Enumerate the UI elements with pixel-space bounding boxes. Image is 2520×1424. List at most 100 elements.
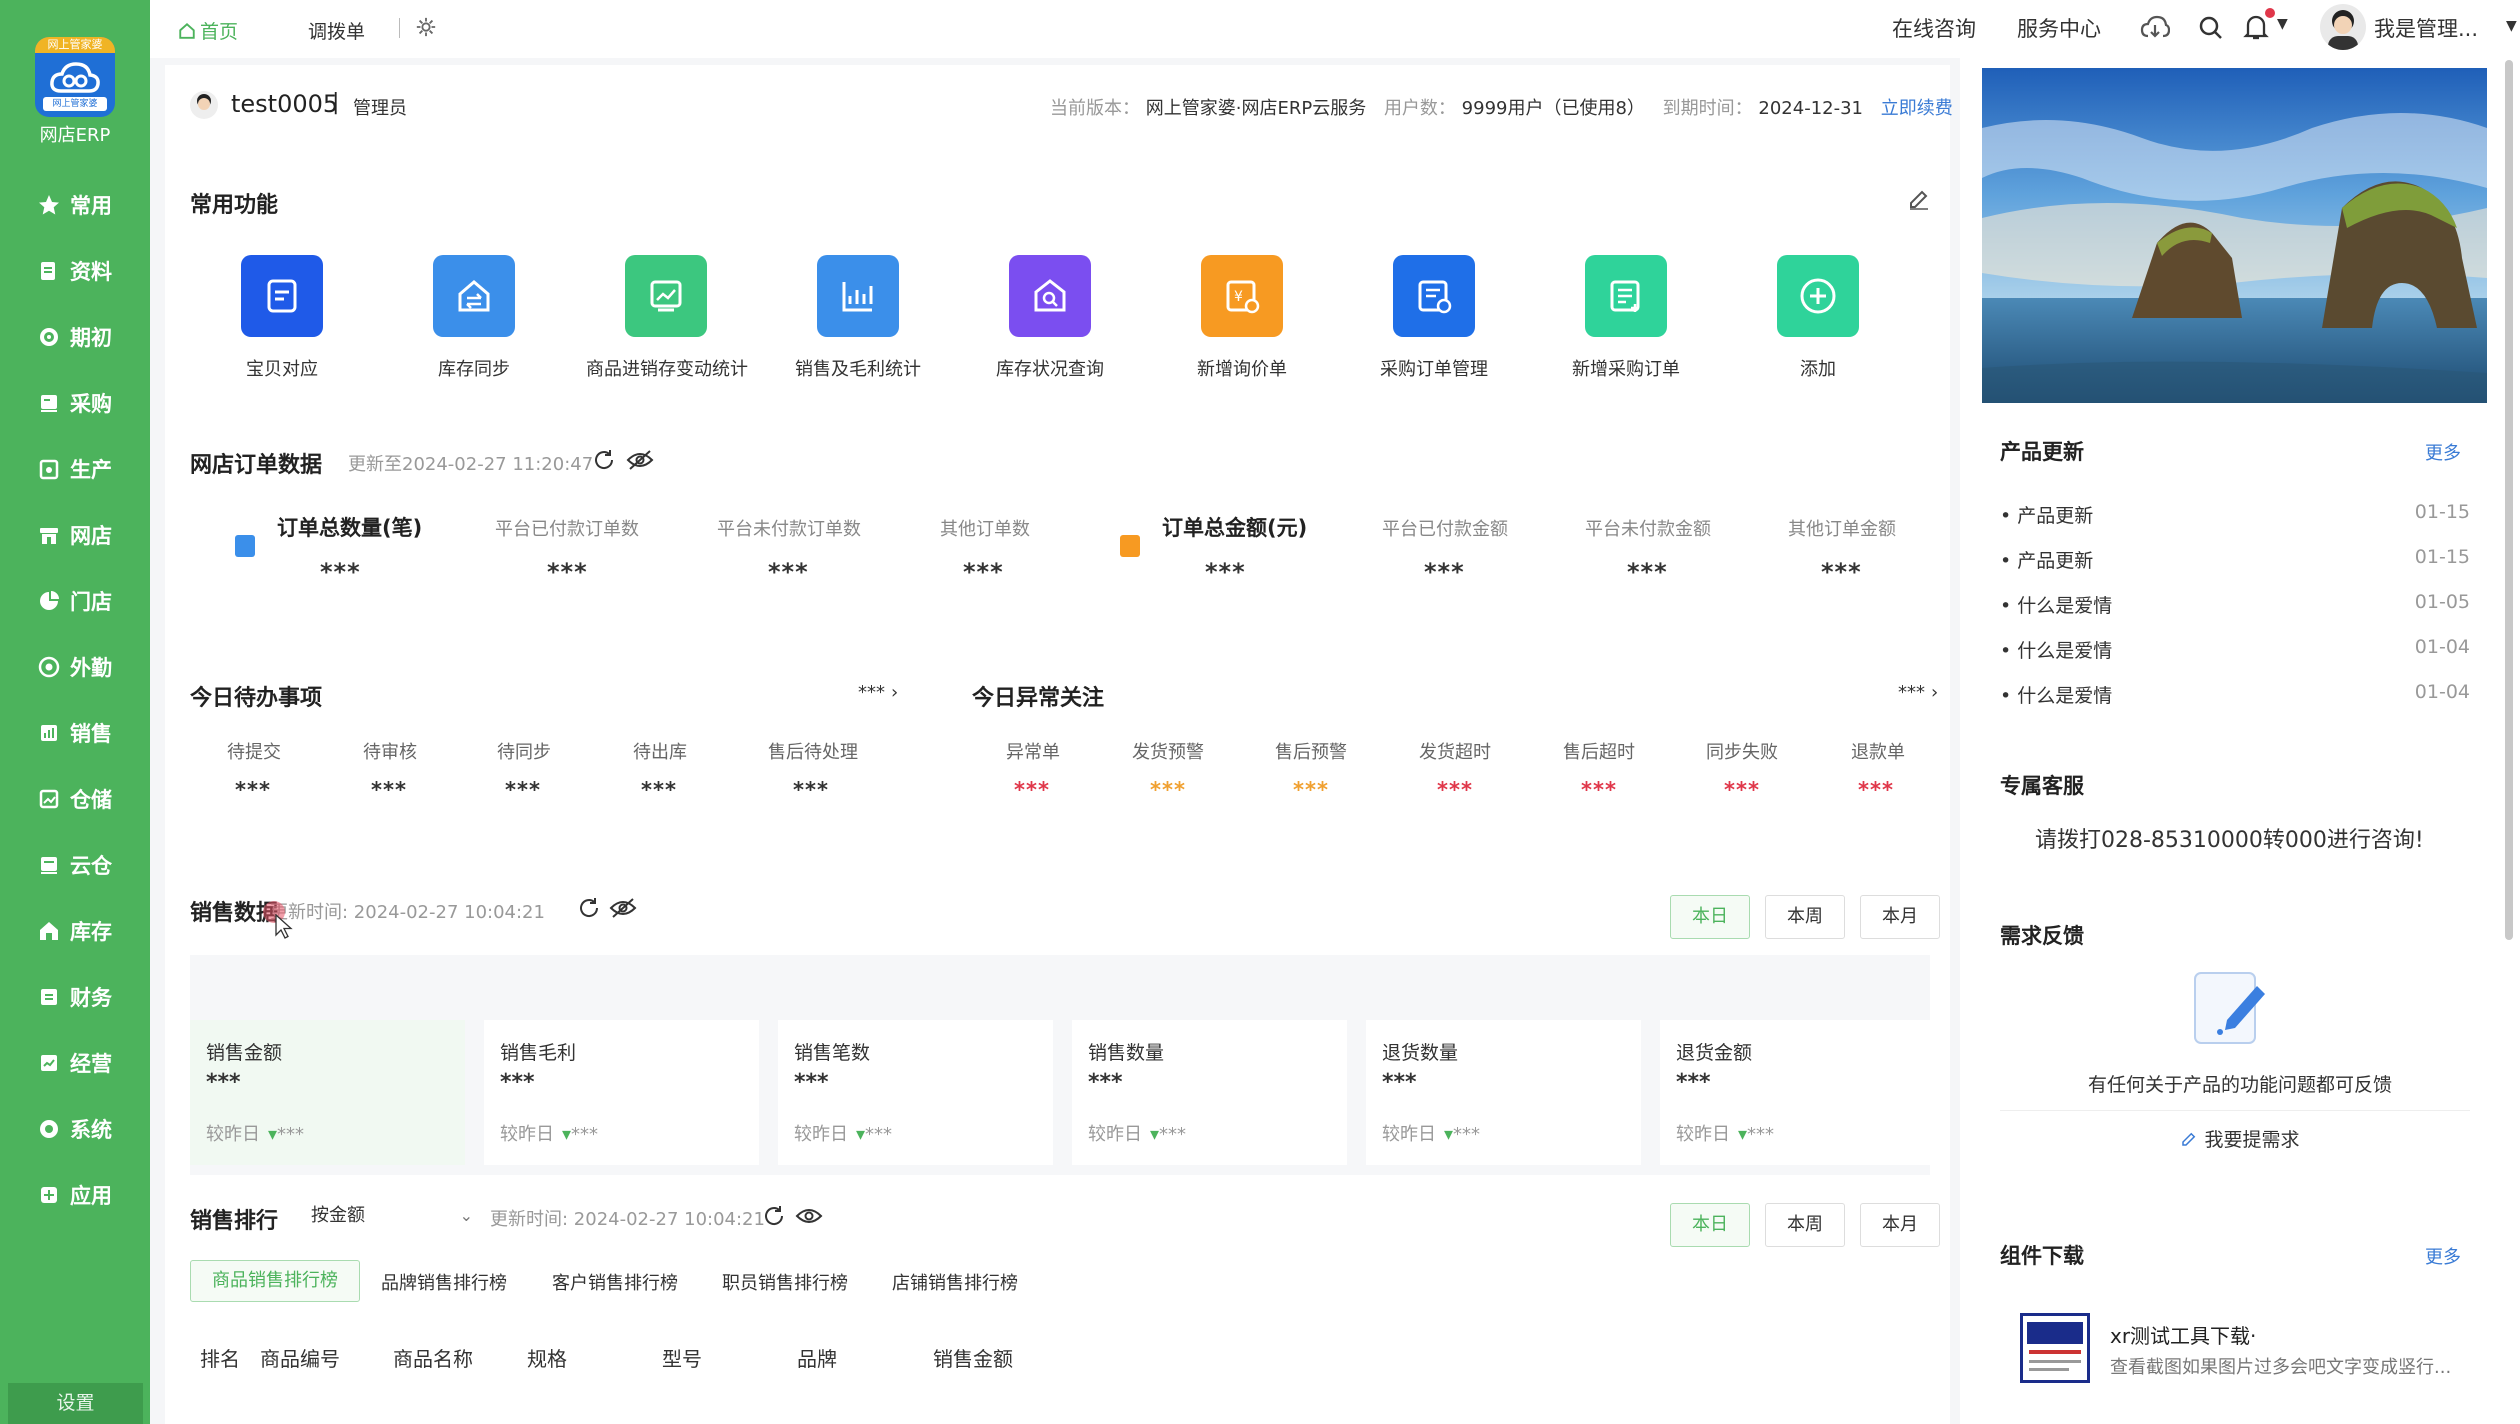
func-item-new-inquiry[interactable]: ¥ 新增询价单 [1162,255,1322,381]
ranking-period-week[interactable]: 本周 [1765,1203,1845,1247]
product-updates-more[interactable]: 更多 [2425,439,2461,465]
sales-card[interactable]: 退货数量 *** 较昨日 ▾*** [1366,1020,1641,1165]
sidebar-item-production[interactable]: 生产 [0,436,150,502]
online-consult-link[interactable]: 在线咨询 [1892,13,1976,43]
sidebar-item-initial[interactable]: 期初 [0,304,150,370]
app-logo[interactable]: 网上管家婆 网上管家婆 [35,37,115,117]
anomaly-value[interactable]: *** [1724,778,1760,802]
todo-value[interactable]: *** [505,778,541,802]
chevron-right-icon: › [891,682,899,703]
sidebar-item-purchase[interactable]: 采购 [0,370,150,436]
user-name[interactable]: 我是管理... [2374,13,2478,43]
sales-card[interactable]: 销售金额 *** 较昨日 ▾*** [190,1020,465,1165]
func-item-goods-stats[interactable]: 商品进销存变动统计 [586,255,748,381]
sidebar-item-storage[interactable]: 仓储 [0,766,150,832]
sidebar-item-system[interactable]: 系统 [0,1096,150,1162]
ranking-tab-brand[interactable]: 品牌销售排行榜 [381,1269,507,1295]
anomaly-value[interactable]: *** [1858,778,1894,802]
func-item-add[interactable]: 添加 [1738,255,1898,381]
page-scrollbar[interactable] [2505,60,2513,940]
func-item-po-manage[interactable]: 采购订单管理 [1354,255,1514,381]
ranking-period-month[interactable]: 本月 [1860,1203,1940,1247]
ranking-refresh-icon[interactable] [762,1204,786,1228]
sidebar-item-sales[interactable]: 销售 [0,700,150,766]
refresh-icon[interactable] [592,448,616,472]
sidebar-item-business[interactable]: 经营 [0,1030,150,1096]
sales-card[interactable]: 销售毛利 *** 较昨日 ▾*** [484,1020,759,1165]
sales-card[interactable]: 退货金额 *** 较昨日 ▾*** [1660,1020,1935,1165]
todo-value[interactable]: *** [371,778,407,802]
banner-image[interactable] [1982,68,2487,403]
user-chevron-down-icon[interactable]: ▼ [2506,18,2517,34]
eye-off-icon[interactable] [626,448,654,472]
todo-more-link[interactable]: *** › [858,682,898,703]
ranking-period-day[interactable]: 本日 [1670,1203,1750,1247]
func-item-sales-profit[interactable]: 销售及毛利统计 [778,255,938,381]
sidebar-item-common[interactable]: 常用 [0,172,150,238]
news-item[interactable]: • 产品更新 01-15 [2000,501,2470,528]
compare-label: 较昨日 [1676,1124,1730,1145]
anomaly-value[interactable]: *** [1293,778,1329,802]
todo-value[interactable]: *** [793,778,829,802]
sidebar-item-store[interactable]: 门店 [0,568,150,634]
download-item-title[interactable]: xr测试工具下载· [2110,1320,2256,1349]
func-item-stock-query[interactable]: 库存状况查询 [970,255,1130,381]
news-item[interactable]: • 什么是爱情 01-04 [2000,636,2470,663]
sales-eye-off-icon[interactable] [609,896,637,920]
sales-period-week[interactable]: 本周 [1765,895,1845,939]
func-label: 库存状况查询 [996,359,1104,380]
sales-period-month[interactable]: 本月 [1860,895,1940,939]
avatar[interactable] [2320,4,2366,50]
news-item[interactable]: • 什么是爱情 01-05 [2000,591,2470,618]
todo-value[interactable]: *** [235,778,271,802]
anomaly-value[interactable]: *** [1437,778,1473,802]
ranking-tab-goods[interactable]: 商品销售排行榜 [190,1260,360,1302]
ranking-tab-shop[interactable]: 店铺销售排行榜 [892,1269,1018,1295]
downloads-more[interactable]: 更多 [2425,1243,2461,1269]
func-item-new-po[interactable]: 新增采购订单 [1546,255,1706,381]
cloud-download-icon[interactable] [2140,14,2170,42]
sidebar-item-shop[interactable]: 网店 [0,502,150,568]
anomaly-value[interactable]: *** [1014,778,1050,802]
feedback-button[interactable]: 我要提需求 [1960,1125,2520,1152]
ranking-tab-staff[interactable]: 职员销售排行榜 [722,1269,848,1295]
news-item[interactable]: • 产品更新 01-15 [2000,546,2470,573]
sidebar-item-field[interactable]: 外勤 [0,634,150,700]
shop-icon [36,588,62,614]
todo-value[interactable]: *** [641,778,677,802]
compare-value: *** [1159,1124,1187,1145]
sidebar-item-inventory[interactable]: 库存 [0,898,150,964]
sales-refresh-icon[interactable] [577,896,601,920]
tab-home[interactable]: 首页 [178,17,238,44]
sidebar-item-data[interactable]: 资料 [0,238,150,304]
func-item-baobei[interactable]: 宝贝对应 [202,255,362,381]
gear-icon[interactable] [415,16,437,38]
download-thumbnail[interactable] [2020,1313,2090,1383]
sidebar-item-cloud-warehouse[interactable]: 云仓 [0,832,150,898]
ranking-updated: 更新时间: 2024-02-27 10:04:21 [490,1209,765,1230]
sales-card-label: 销售毛利 [500,1042,577,1064]
settings-button[interactable]: 设置 [8,1383,143,1424]
todo-title: 今日待办事项 [190,686,323,711]
sidebar-item-finance[interactable]: 财务 [0,964,150,1030]
anomaly-more-link[interactable]: *** › [1898,682,1938,703]
chevron-down-icon[interactable]: ▼ [2277,16,2288,32]
ranking-eye-icon[interactable] [795,1204,823,1228]
service-center-link[interactable]: 服务中心 [2017,13,2101,43]
feedback-illustration-icon [2194,972,2265,1044]
tab-transfer[interactable]: 调拨单 [308,17,365,44]
func-item-stock-sync[interactable]: 库存同步 [394,255,554,381]
sales-card[interactable]: 销售笔数 *** 较昨日 ▾*** [778,1020,1053,1165]
search-icon[interactable] [2197,14,2225,42]
sales-card[interactable]: 销售数量 *** 较昨日 ▾*** [1072,1020,1347,1165]
ranking-sort-select[interactable]: 按金额 ⌄ [303,1198,483,1234]
todo-label: 待出库 [633,742,687,763]
ranking-tab-customer[interactable]: 客户销售排行榜 [552,1269,678,1295]
sales-period-day[interactable]: 本日 [1670,895,1750,939]
renew-link[interactable]: 立即续费 [1881,98,1953,119]
edit-icon[interactable] [1907,187,1931,211]
anomaly-value[interactable]: *** [1150,778,1186,802]
sidebar-item-apps[interactable]: 应用 [0,1162,150,1228]
anomaly-value[interactable]: *** [1581,778,1617,802]
news-item[interactable]: • 什么是爱情 01-04 [2000,681,2470,708]
